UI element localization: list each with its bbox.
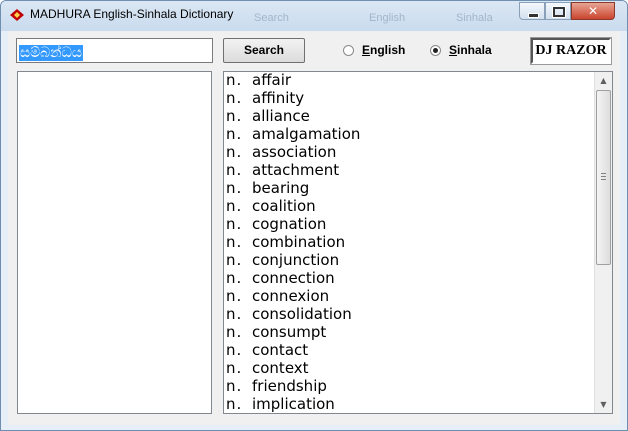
result-pos: n. (226, 107, 243, 125)
result-pos: n. (226, 125, 243, 143)
result-word: combination (252, 233, 346, 251)
result-word: context (252, 359, 309, 377)
result-word: coalition (252, 197, 316, 215)
result-word: affinity (252, 89, 305, 107)
result-word: association (252, 143, 337, 161)
ghost-text-english: English (369, 12, 406, 24)
result-item[interactable]: n. context (226, 360, 594, 378)
result-word: affair (252, 71, 292, 89)
result-word: friendship (252, 377, 327, 395)
radio-sinhala-label: inhala (457, 43, 492, 57)
results-list-box[interactable]: n. affair n. affinity n. alliance n. amalgamati… (223, 71, 613, 414)
result-word: attachment (252, 161, 340, 179)
result-pos: n. (226, 251, 243, 269)
close-icon: ✕ (587, 4, 599, 18)
word-suggestion-list[interactable] (17, 71, 212, 414)
result-pos: n. (226, 341, 243, 359)
result-item[interactable]: n. consolidation (226, 306, 594, 324)
result-item[interactable]: n. friendship (226, 378, 594, 396)
result-item[interactable]: n. affinity (226, 90, 594, 108)
result-pos: n. (226, 395, 243, 413)
minimize-icon (528, 13, 539, 18)
result-pos: n. (226, 377, 243, 395)
result-word: conjunction (252, 251, 340, 269)
result-word: alliance (252, 107, 310, 125)
result-item[interactable]: n. conjunction (226, 252, 594, 270)
result-item[interactable]: n. connexion (226, 288, 594, 306)
maximize-button[interactable] (545, 2, 571, 20)
window-title: MADHURA English-Sinhala Dictionary (30, 7, 234, 21)
scroll-up-arrow-icon[interactable]: ▲ (595, 72, 612, 89)
result-item[interactable]: n. association (226, 144, 594, 162)
minimize-button[interactable] (519, 2, 545, 20)
result-item[interactable]: n. alliance (226, 108, 594, 126)
result-pos: n. (226, 179, 243, 197)
result-item[interactable]: n. affair (226, 72, 594, 90)
radio-english-label: nglish (370, 43, 406, 57)
result-word: consumpt (252, 323, 327, 341)
result-pos: n. (226, 143, 243, 161)
result-pos: n. (226, 323, 243, 341)
title-bar[interactable]: MADHURA English-Sinhala Dictionary Searc… (1, 1, 627, 31)
radio-english-indicator (343, 45, 354, 56)
result-item[interactable]: n. consumpt (226, 324, 594, 342)
result-item[interactable]: n. cognation (226, 216, 594, 234)
ghost-text-sinhala: Sinhala (456, 12, 493, 24)
result-word: bearing (252, 179, 310, 197)
brand-label: DJ RAZOR (530, 37, 612, 65)
result-word: connexion (252, 287, 330, 305)
result-pos: n. (226, 215, 243, 233)
result-pos: n. (226, 197, 243, 215)
result-word: amalgamation (252, 125, 361, 143)
result-pos: n. (226, 359, 243, 377)
result-pos: n. (226, 269, 243, 287)
result-pos: n. (226, 89, 243, 107)
scroll-grip-icon (601, 173, 606, 180)
result-pos: n. (226, 287, 243, 305)
search-input-value: සම්බන්ධය (19, 45, 83, 61)
result-item[interactable]: n. bearing (226, 180, 594, 198)
app-icon (10, 9, 24, 21)
result-word: cognation (252, 215, 327, 233)
maximize-icon (553, 7, 565, 17)
result-item[interactable]: n. amalgamation (226, 126, 594, 144)
radio-sinhala-indicator (430, 45, 441, 56)
result-item[interactable]: n. combination (226, 234, 594, 252)
result-item[interactable]: n. coalition (226, 198, 594, 216)
dictionary-panel: සම්බන්ධය Search English Sinhala DJ RAZOR… (8, 31, 620, 425)
result-word: connection (252, 269, 335, 287)
result-pos: n. (226, 233, 243, 251)
app-window: MADHURA English-Sinhala Dictionary Searc… (0, 0, 628, 431)
results-list: n. affair n. affinity n. alliance n. amalgamati… (226, 72, 594, 413)
result-pos: n. (226, 71, 243, 89)
result-item[interactable]: n. connection (226, 270, 594, 288)
search-input[interactable]: සම්බන්ධය (16, 38, 213, 63)
scroll-down-arrow-icon[interactable]: ▼ (595, 396, 612, 413)
result-item[interactable]: n. implication (226, 395, 594, 413)
scroll-thumb[interactable] (596, 90, 611, 265)
close-button[interactable]: ✕ (571, 2, 615, 20)
result-item[interactable]: n. attachment (226, 162, 594, 180)
result-item[interactable]: n. contact (226, 342, 594, 360)
results-scrollbar[interactable]: ▲ ▼ (594, 72, 612, 413)
ghost-text-search: Search (254, 12, 289, 24)
search-button[interactable]: Search (223, 38, 305, 63)
result-pos: n. (226, 305, 243, 323)
result-pos: n. (226, 161, 243, 179)
result-word: implication (252, 395, 335, 413)
result-word: contact (252, 341, 309, 359)
result-word: consolidation (252, 305, 352, 323)
